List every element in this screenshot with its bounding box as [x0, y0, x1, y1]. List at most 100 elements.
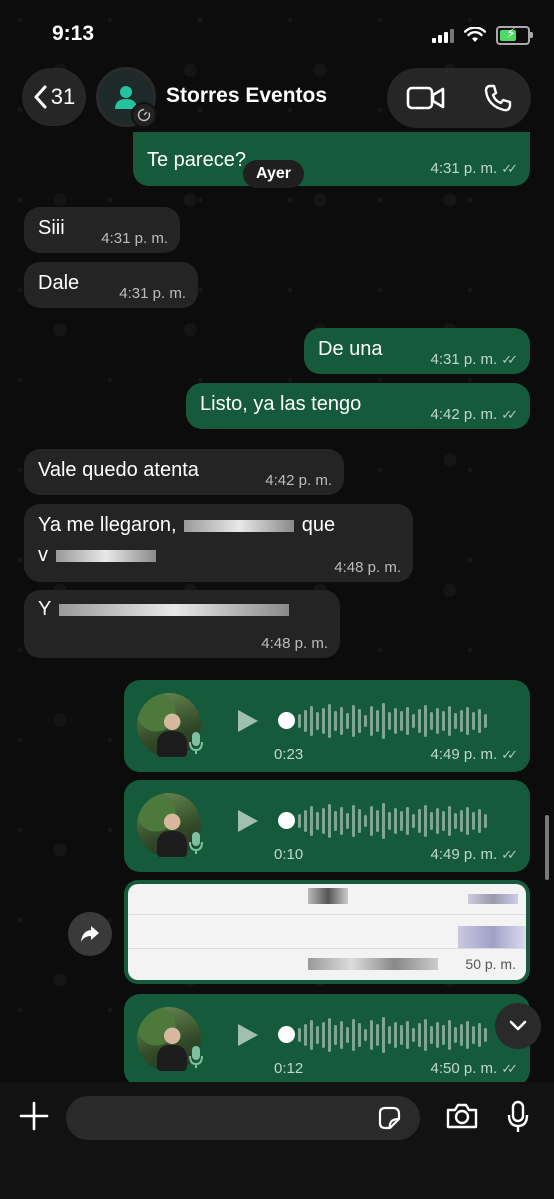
- waveform-bar: [436, 1022, 439, 1048]
- message-time: 4:48 p. m.: [261, 635, 328, 652]
- mic-icon: [189, 732, 203, 754]
- read-ticks-icon: ✓✓: [501, 406, 518, 422]
- waveform-bar: [364, 815, 367, 827]
- chat-header: 31 Storres Eventos: [0, 64, 554, 134]
- document-attachment-bubble[interactable]: 50 p. m.: [124, 880, 530, 984]
- waveform-bar: [358, 1023, 361, 1047]
- mic-icon: [189, 1046, 203, 1068]
- plus-icon[interactable]: [18, 1100, 50, 1132]
- waveform-bar: [328, 1018, 331, 1052]
- playback-scrubber[interactable]: [278, 712, 295, 729]
- waveform-bar: [418, 709, 421, 733]
- message-bubble-outgoing[interactable]: Te parece? 4:31 p. m. ✓✓: [133, 132, 530, 186]
- read-ticks-icon: ✓✓: [501, 351, 518, 367]
- redacted-block: [458, 926, 526, 948]
- waveform-bar: [346, 713, 349, 729]
- waveform-bar: [424, 805, 427, 837]
- unread-count: 31: [50, 84, 76, 109]
- message-time-partial: 50 p. m.: [465, 956, 516, 972]
- message-bubble-outgoing[interactable]: Listo, ya las tengo 4:42 p. m. ✓✓: [186, 383, 530, 429]
- waveform-bar: [304, 710, 307, 732]
- phone-icon[interactable]: [483, 83, 513, 113]
- message-text: Siii: [38, 217, 65, 239]
- waveform-bar: [406, 707, 409, 735]
- video-call-icon[interactable]: [406, 84, 446, 112]
- message-meta: 4:48 p. m.: [261, 635, 328, 652]
- contact-name[interactable]: Storres Eventos: [166, 84, 327, 108]
- message-text: Listo, ya las tengo: [200, 393, 362, 415]
- waveform-bar: [328, 804, 331, 838]
- voice-note-bubble[interactable]: 0:23 4:49 p. m. ✓✓: [124, 680, 530, 772]
- waveform-bar: [484, 714, 487, 728]
- message-text: Ya me llegaron, que: [38, 514, 336, 536]
- waveform-bar: [454, 713, 457, 729]
- contact-avatar[interactable]: [96, 67, 157, 128]
- waveform-bar: [430, 812, 433, 830]
- forward-icon: [81, 926, 99, 942]
- waveform-bar: [472, 712, 475, 730]
- message-meta: 4:42 p. m.: [265, 472, 332, 489]
- waveform-bar: [346, 813, 349, 829]
- waveform-bar: [430, 712, 433, 730]
- waveform-bar: [484, 814, 487, 828]
- waveform-bar: [448, 706, 451, 736]
- waveform-bar: [352, 705, 355, 737]
- scroll-to-bottom-button[interactable]: [495, 1003, 541, 1049]
- waveform: [298, 702, 487, 740]
- message-bubble-incoming[interactable]: Y 4:48 p. m.: [24, 590, 340, 658]
- message-time: 4:42 p. m.: [265, 472, 332, 489]
- waveform-bar: [352, 1019, 355, 1051]
- message-input[interactable]: [66, 1096, 420, 1140]
- waveform-bar: [466, 807, 469, 835]
- waveform-bar: [448, 1020, 451, 1050]
- play-icon[interactable]: [234, 1022, 260, 1048]
- status-bar: 9:13 ⚡: [0, 0, 554, 64]
- read-ticks-icon: ✓✓: [501, 846, 518, 862]
- forward-button[interactable]: [68, 912, 112, 956]
- status-icons: ⚡: [432, 24, 533, 46]
- playback-scrubber[interactable]: [278, 1026, 295, 1043]
- waveform-bar: [304, 810, 307, 832]
- status-timer-badge: [131, 102, 157, 128]
- waveform-bar: [298, 1028, 301, 1042]
- mic-icon[interactable]: [506, 1100, 530, 1134]
- message-time: 4:49 p. m.: [430, 846, 498, 863]
- waveform-bar: [442, 711, 445, 731]
- message-bubble-incoming[interactable]: Ya me llegaron, que v 4:48 p. m.: [24, 504, 413, 582]
- waveform-bar: [394, 708, 397, 734]
- waveform-bar: [466, 1021, 469, 1049]
- message-meta: 4:42 p. m. ✓✓: [431, 406, 519, 423]
- waveform-bar: [430, 1026, 433, 1044]
- scrollbar[interactable]: [545, 815, 549, 880]
- back-button[interactable]: 31: [22, 68, 86, 126]
- message-bubble-incoming[interactable]: Dale 4:31 p. m.: [24, 262, 198, 308]
- waveform-bar: [316, 812, 319, 830]
- waveform-bar: [358, 709, 361, 733]
- message-text-line2: v: [38, 544, 158, 567]
- waveform: [298, 1016, 487, 1054]
- message-time: 4:49 p. m.: [430, 746, 498, 763]
- waveform-bar: [466, 707, 469, 735]
- waveform-bar: [454, 813, 457, 829]
- message-bubble-outgoing[interactable]: De una 4:31 p. m. ✓✓: [304, 328, 530, 374]
- timer-icon: [137, 108, 151, 122]
- playback-scrubber[interactable]: [278, 812, 295, 829]
- waveform-bar: [478, 809, 481, 833]
- waveform-bar: [334, 811, 337, 831]
- waveform-bar: [340, 807, 343, 835]
- signal-icon: [432, 27, 454, 43]
- message-meta: 4:49 p. m. ✓✓: [431, 846, 519, 863]
- redacted-block: [184, 519, 295, 532]
- play-icon[interactable]: [234, 808, 260, 834]
- voice-note-bubble[interactable]: 0:10 4:49 p. m. ✓✓: [124, 780, 530, 872]
- message-meta: 4:31 p. m. ✓✓: [431, 351, 519, 368]
- message-bubble-incoming[interactable]: Siii 4:31 p. m.: [24, 207, 180, 253]
- camera-icon[interactable]: [445, 1102, 479, 1130]
- message-text: Te parece?: [147, 149, 246, 171]
- sticker-icon[interactable]: [376, 1105, 402, 1131]
- play-icon[interactable]: [234, 708, 260, 734]
- voice-note-bubble[interactable]: 0:12 4:50 p. m. ✓✓: [124, 994, 530, 1086]
- message-time: 4:31 p. m.: [430, 351, 498, 368]
- waveform-bar: [388, 812, 391, 830]
- message-bubble-incoming[interactable]: Vale quedo atenta 4:42 p. m.: [24, 449, 344, 495]
